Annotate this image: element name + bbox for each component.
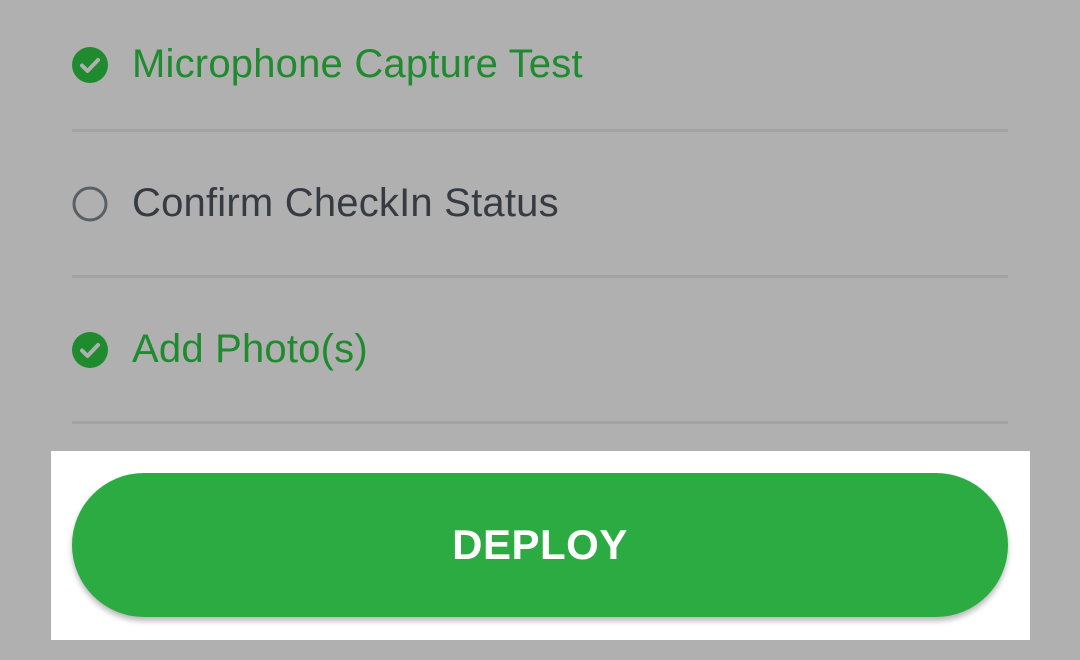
deploy-button-label: DEPLOY	[452, 521, 628, 568]
checklist-item-label: Microphone Capture Test	[132, 42, 583, 86]
check-circle-icon	[72, 331, 108, 368]
checklist-item-confirm-checkin-status[interactable]: Confirm CheckIn Status	[72, 132, 1008, 278]
check-circle-icon	[72, 46, 108, 83]
checklist-item-add-photos[interactable]: Add Photo(s)	[72, 278, 1008, 424]
deploy-button[interactable]: DEPLOY	[72, 473, 1008, 617]
task-checklist: Microphone Capture Test Confirm CheckIn …	[72, 0, 1008, 424]
checklist-item-microphone-capture-test[interactable]: Microphone Capture Test	[72, 0, 1008, 132]
empty-circle-icon	[72, 186, 108, 221]
checklist-item-label: Confirm CheckIn Status	[132, 181, 559, 225]
checklist-item-label: Add Photo(s)	[132, 327, 368, 371]
